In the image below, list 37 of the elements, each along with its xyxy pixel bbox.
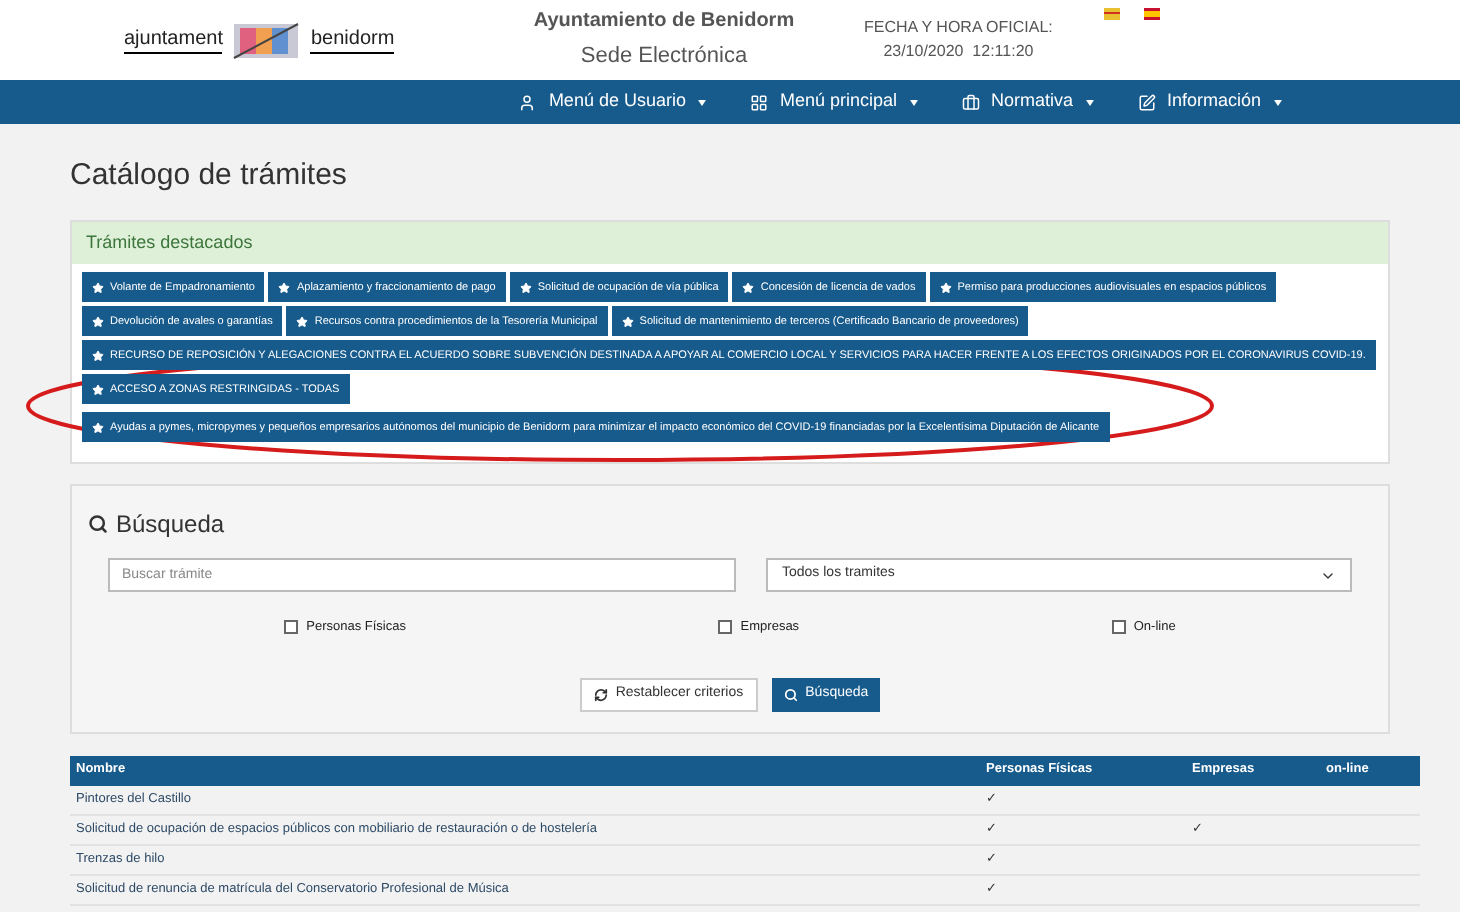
star-icon bbox=[296, 315, 309, 327]
logo-text: ajuntament bbox=[124, 27, 223, 53]
star-icon bbox=[519, 281, 532, 293]
star-icon bbox=[742, 281, 755, 293]
grid-icon bbox=[749, 93, 768, 111]
refresh-icon bbox=[593, 687, 608, 702]
star-icon bbox=[92, 383, 104, 395]
nav-menu[interactable]: Menú principal bbox=[749, 88, 918, 116]
date-value: 23/10/2020 12:11:20 bbox=[883, 40, 1034, 64]
checkbox[interactable] bbox=[1111, 620, 1126, 635]
building-logo-icon bbox=[230, 18, 303, 62]
flag-icon[interactable] bbox=[1144, 8, 1161, 20]
edit-icon bbox=[1137, 93, 1156, 111]
star-icon bbox=[92, 315, 104, 327]
star-icon bbox=[92, 349, 104, 361]
search-title: Búsqueda bbox=[116, 508, 225, 542]
nav-menu[interactable]: Normativa bbox=[961, 88, 1094, 116]
logo-text: benidorm bbox=[310, 27, 395, 53]
panel-header: Trámites destacados bbox=[72, 221, 1388, 264]
site-title: Ayuntamiento de Benidorm bbox=[533, 8, 795, 37]
star-icon bbox=[939, 281, 952, 293]
page-title: Catálogo de trámites bbox=[70, 156, 349, 196]
search-icon bbox=[88, 514, 108, 534]
user-icon bbox=[518, 93, 537, 111]
search-icon bbox=[783, 687, 798, 702]
star-icon bbox=[621, 315, 634, 327]
checkbox[interactable] bbox=[284, 620, 299, 635]
flag-icon[interactable] bbox=[1104, 8, 1121, 20]
star-icon bbox=[92, 421, 104, 433]
nav-menu[interactable]: Información bbox=[1137, 88, 1282, 116]
site-subtitle: Sede Electrónica bbox=[580, 42, 748, 73]
briefcase-icon bbox=[961, 93, 980, 111]
star-icon bbox=[92, 281, 104, 293]
date-label: FECHA Y HORA OFICIAL: bbox=[864, 16, 1053, 40]
checkbox[interactable] bbox=[718, 620, 733, 635]
star-icon bbox=[278, 281, 291, 293]
nav-menu[interactable]: Menú de Usuario bbox=[518, 88, 706, 116]
